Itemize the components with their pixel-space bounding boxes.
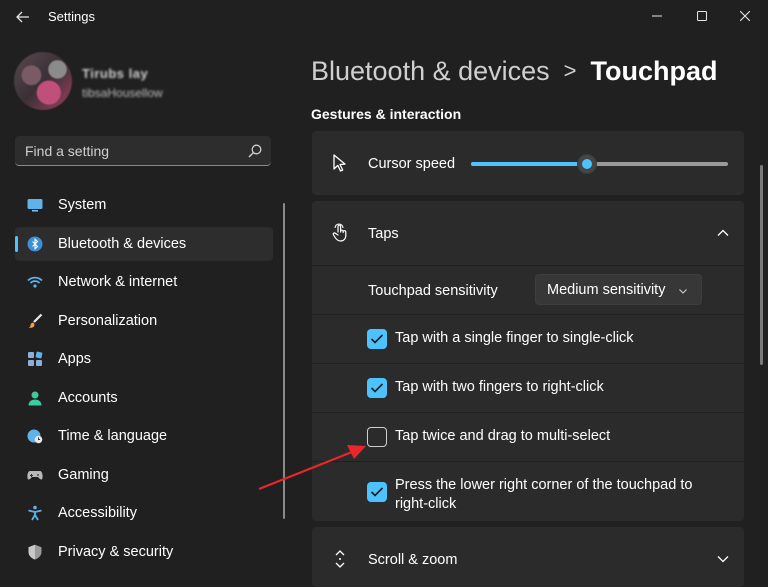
maximize-icon <box>697 11 707 21</box>
slider-thumb[interactable] <box>576 154 597 174</box>
search-input[interactable] <box>25 143 235 159</box>
close-icon <box>739 10 751 22</box>
search-box[interactable] <box>15 136 271 166</box>
lower-right-corner-label-cont: right-click <box>395 496 457 512</box>
selection-indicator <box>15 235 18 252</box>
back-button[interactable] <box>10 6 36 28</box>
main-scrollbar[interactable] <box>760 165 763 365</box>
system-monitor-icon <box>27 199 43 212</box>
cursor-speed-slider[interactable] <box>471 154 728 174</box>
person-icon <box>28 391 42 405</box>
breadcrumb-separator: > <box>563 58 577 83</box>
sidebar-item-label: Accounts <box>58 389 118 406</box>
cursor-arrow-icon <box>333 154 346 172</box>
single-finger-tap-checkbox[interactable] <box>367 329 387 349</box>
title-bar: Settings <box>0 0 768 32</box>
sidebar-item-apps[interactable]: Apps <box>15 342 273 376</box>
slider-fill <box>471 162 587 166</box>
scroll-zoom-card-header[interactable]: Scroll & zoom <box>312 527 744 587</box>
sidebar-item-label: Personalization <box>58 312 158 329</box>
search-icon[interactable] <box>247 143 263 159</box>
sidebar-item-bluetooth[interactable]: Bluetooth & devices <box>15 226 273 261</box>
sensitivity-dropdown[interactable]: Medium sensitivity <box>535 274 702 305</box>
sidebar-item-accessibility[interactable]: Accessibility <box>15 496 273 530</box>
sidebar-item-label: Apps <box>58 351 92 367</box>
taps-label: Taps <box>368 226 399 242</box>
gamepad-icon <box>27 470 43 480</box>
user-email: tibsaHousellow <box>82 86 163 100</box>
sidebar-item-label: Time & language <box>58 428 168 444</box>
minimize-icon <box>652 15 662 17</box>
breadcrumb: Bluetooth & devices > Touchpad <box>311 56 718 87</box>
scroll-arrows-icon <box>335 550 345 568</box>
close-button[interactable] <box>722 4 768 28</box>
app-title: Settings <box>48 9 95 24</box>
touch-hand-icon <box>332 223 347 242</box>
section-title: Gestures & interaction <box>311 106 462 122</box>
checkmark-icon <box>370 334 384 344</box>
two-finger-tap-checkbox[interactable] <box>367 378 387 398</box>
shield-icon <box>28 544 42 560</box>
page-title: Touchpad <box>590 56 718 86</box>
globe-clock-icon <box>27 429 43 444</box>
lower-right-corner-label: Press the lower right corner of the touc… <box>395 477 693 493</box>
chevron-up-icon[interactable] <box>716 226 730 240</box>
breadcrumb-parent[interactable]: Bluetooth & devices <box>311 56 550 86</box>
sidebar-nav: System Bluetooth & devices Network & int… <box>15 188 273 573</box>
sidebar-item-time-language[interactable]: Time & language <box>15 419 273 453</box>
sidebar-item-gaming[interactable]: Gaming <box>15 458 273 492</box>
tap-twice-drag-label: Tap twice and drag to multi-select <box>395 428 611 444</box>
sidebar-item-label: Network & internet <box>58 274 178 290</box>
accessibility-icon <box>28 505 42 521</box>
chevron-down-icon <box>679 289 687 294</box>
checkmark-icon <box>370 487 384 497</box>
checkmark-icon <box>370 383 384 393</box>
lower-right-corner-checkbox[interactable] <box>367 482 387 502</box>
bluetooth-icon <box>27 236 43 251</box>
paintbrush-icon <box>28 313 43 328</box>
sidebar-item-label: Accessibility <box>58 505 137 521</box>
sidebar-item-network[interactable]: Network & internet <box>15 265 273 299</box>
scroll-zoom-label: Scroll & zoom <box>368 552 458 568</box>
sidebar-item-label: System <box>58 197 107 213</box>
touchpad-sensitivity-label: Touchpad sensitivity <box>368 283 498 299</box>
sidebar-item-label: Gaming <box>58 466 109 483</box>
apps-grid-icon <box>28 351 43 366</box>
maximize-button[interactable] <box>679 4 725 28</box>
chevron-down-icon[interactable] <box>716 552 730 566</box>
sidebar-item-privacy[interactable]: Privacy & security <box>15 535 273 569</box>
sensitivity-value: Medium sensitivity <box>547 282 666 298</box>
taps-card-header[interactable]: Taps <box>312 201 744 265</box>
sidebar-item-personalization[interactable]: Personalization <box>15 304 273 338</box>
cursor-speed-label: Cursor speed <box>368 156 456 172</box>
sidebar-item-label: Privacy & security <box>58 543 174 560</box>
minimize-button[interactable] <box>634 4 680 28</box>
tap-twice-drag-checkbox[interactable] <box>367 427 387 447</box>
avatar[interactable] <box>14 52 72 110</box>
single-finger-tap-label: Tap with a single finger to single-click <box>395 330 634 346</box>
wifi-icon <box>27 276 43 288</box>
sidebar-item-system[interactable]: System <box>15 188 273 222</box>
back-arrow-icon <box>16 11 29 23</box>
two-finger-tap-label: Tap with two fingers to right-click <box>395 379 604 395</box>
sidebar-scrollbar[interactable] <box>283 203 285 519</box>
sidebar-item-accounts[interactable]: Accounts <box>15 381 273 415</box>
sidebar-item-label: Bluetooth & devices <box>58 235 187 252</box>
user-name: Tirubs lay <box>82 66 149 81</box>
